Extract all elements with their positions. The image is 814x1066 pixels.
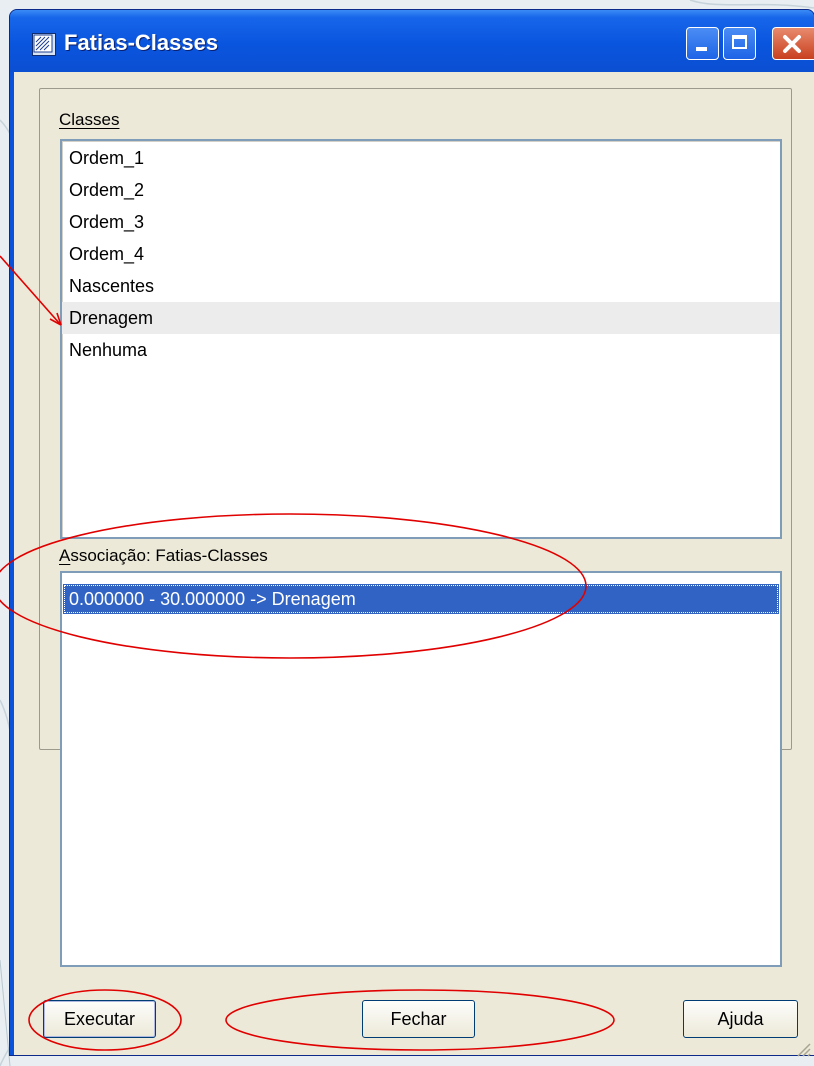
list-item[interactable]: Ordem_2 [62,174,780,206]
maximize-button[interactable] [723,27,756,60]
title-bar[interactable]: Fatias-Classes [10,10,814,72]
classes-listbox[interactable]: Ordem_1 Ordem_2 Ordem_3 Ordem_4 Nascente… [60,139,782,539]
window-title: Fatias-Classes [64,30,219,55]
association-list[interactable]: 0.000000 - 30.000000 -> Drenagem [60,571,782,967]
close-window-button[interactable] [772,27,814,60]
app-icon [32,33,56,56]
list-item[interactable]: Nenhuma [62,334,780,366]
help-button[interactable]: Ajuda [683,1000,798,1038]
list-item[interactable]: Ordem_4 [62,238,780,270]
association-item[interactable]: 0.000000 - 30.000000 -> Drenagem [63,584,779,614]
close-icon [783,35,801,53]
classes-label: Classes [59,110,120,129]
list-item[interactable]: Drenagem [62,302,780,334]
association-label: Associação: Fatias-Classes [59,546,268,565]
list-item[interactable]: Ordem_3 [62,206,780,238]
execute-button[interactable]: Executar [43,1000,156,1038]
minimize-button[interactable] [686,27,719,60]
list-item[interactable]: Ordem_1 [62,142,780,174]
close-button[interactable]: Fechar [362,1000,475,1038]
resize-grip-icon[interactable] [794,1040,812,1058]
list-item[interactable]: Nascentes [62,270,780,302]
